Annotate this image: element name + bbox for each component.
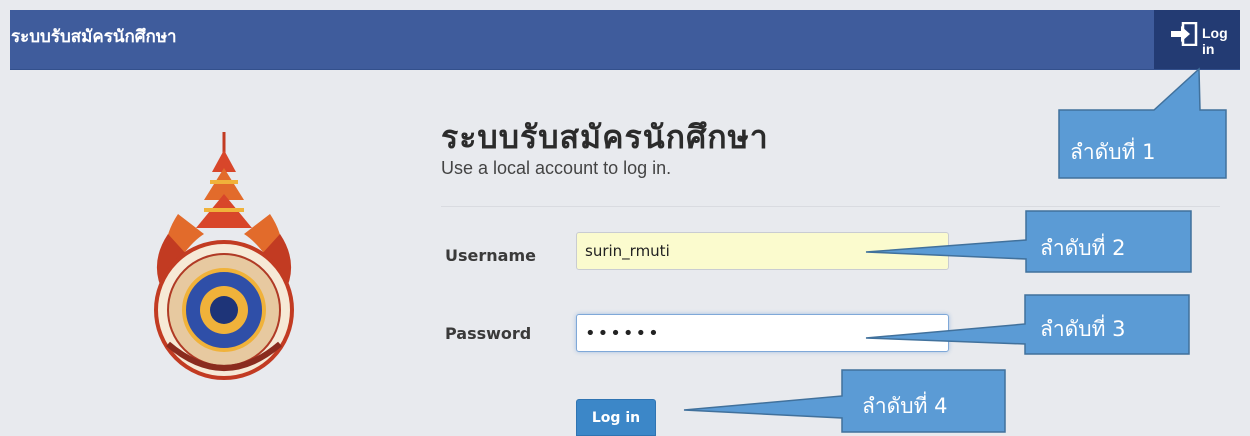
- page-title: ระบบรับสมัครนักศึกษา: [441, 118, 769, 156]
- sign-in-icon: [1171, 22, 1198, 46]
- callout-step-1-label: ลำดับที่ 1: [1070, 137, 1156, 164]
- nav-login-label: Log in: [1202, 25, 1228, 57]
- page-subtitle: Use a local account to log in.: [441, 158, 672, 178]
- callout-step-4: ลำดับที่ 4: [683, 369, 1006, 433]
- form-divider: [441, 206, 1220, 207]
- login-submit-button[interactable]: Log in: [576, 399, 656, 436]
- callout-step-4-label: ลำดับที่ 4: [862, 391, 948, 418]
- password-input[interactable]: [576, 314, 949, 352]
- nav-login-link[interactable]: Log in: [1154, 10, 1240, 69]
- password-label: Password: [445, 324, 532, 343]
- navbar: ระบบรับสมัครนักศึกษา Log in: [10, 10, 1240, 70]
- callout-step-1: ลำดับที่ 1: [1058, 67, 1227, 179]
- brand-title[interactable]: ระบบรับสมัครนักศึกษา: [11, 23, 177, 50]
- username-input[interactable]: [576, 232, 949, 270]
- university-seal-logo: [154, 132, 294, 380]
- username-label: Username: [445, 246, 536, 265]
- callout-step-3-label: ลำดับที่ 3: [1040, 314, 1126, 341]
- callout-step-2-label: ลำดับที่ 2: [1040, 233, 1126, 260]
